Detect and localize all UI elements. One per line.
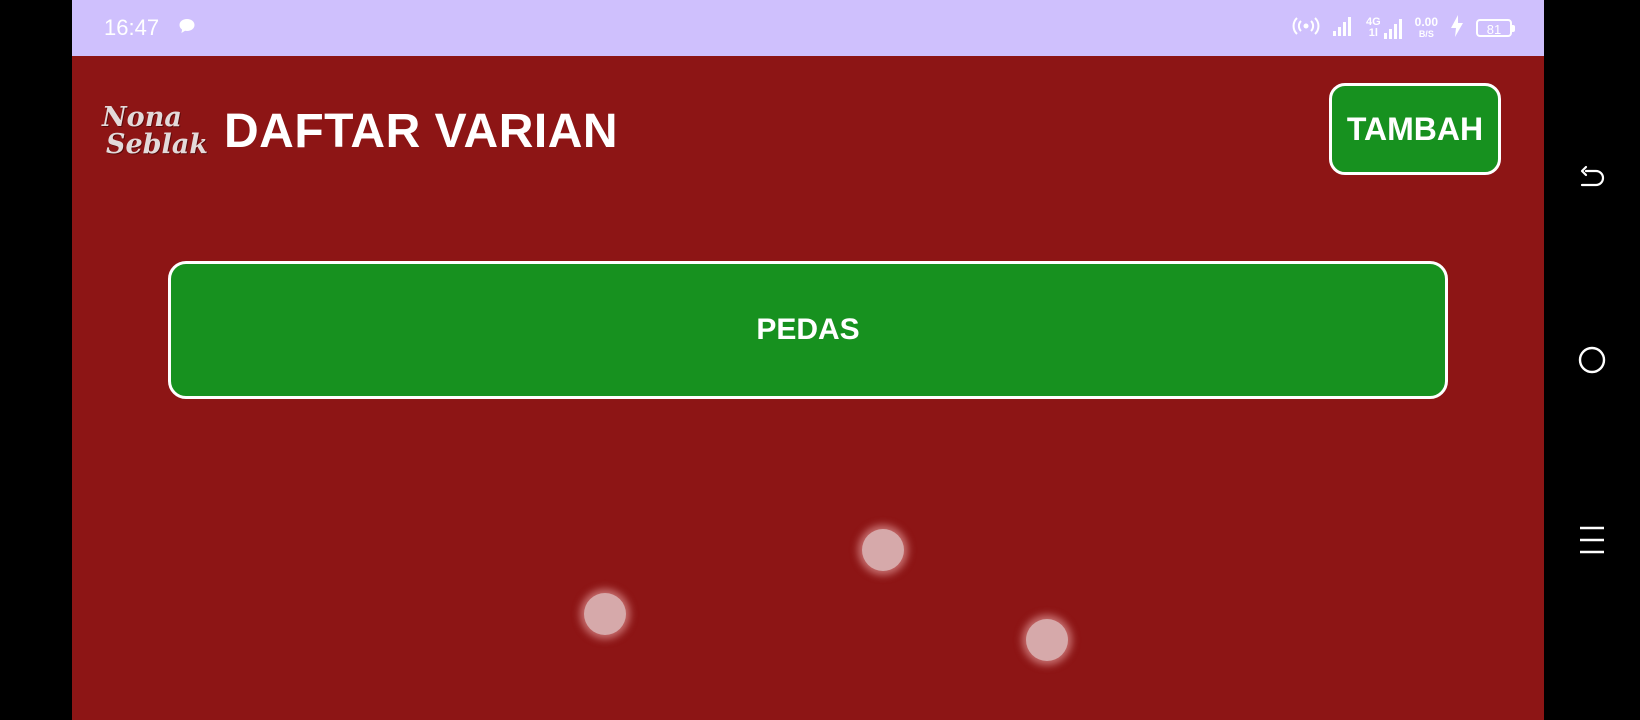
charging-icon: [1450, 14, 1464, 42]
touch-indicator: [862, 529, 904, 571]
chat-bubble-icon: [178, 17, 196, 40]
signal-4g-icon: 4G 1l: [1366, 17, 1403, 39]
home-icon[interactable]: [1576, 344, 1608, 376]
network-speed: 0.00 B/S: [1414, 14, 1438, 39]
page-title: DAFTAR VARIAN: [224, 105, 619, 158]
app-logo: Nona Seblak: [102, 102, 209, 160]
status-time: 16:47: [104, 15, 160, 40]
add-button[interactable]: TAMBAH: [1329, 83, 1501, 175]
system-nav-bar: [1544, 0, 1640, 720]
hotspot-icon: [1292, 16, 1320, 41]
battery-icon: 81: [1476, 19, 1515, 37]
menu-icon[interactable]: [1576, 524, 1608, 556]
status-bar: 16:47 4G 1l 0.00 B/S 81: [72, 0, 1544, 56]
variant-item-pedas[interactable]: PEDAS: [168, 261, 1448, 399]
touch-indicator: [584, 593, 626, 635]
back-icon[interactable]: [1576, 164, 1608, 196]
touch-indicator: [1026, 619, 1068, 661]
app-screen: 16:47 4G 1l 0.00 B/S 81 Nona Seblak DAFT…: [72, 0, 1544, 720]
status-icons: 4G 1l 0.00 B/S 81: [1292, 14, 1515, 42]
signal-icon: [1332, 16, 1354, 41]
network-type: 4G 1l: [1365, 16, 1381, 39]
